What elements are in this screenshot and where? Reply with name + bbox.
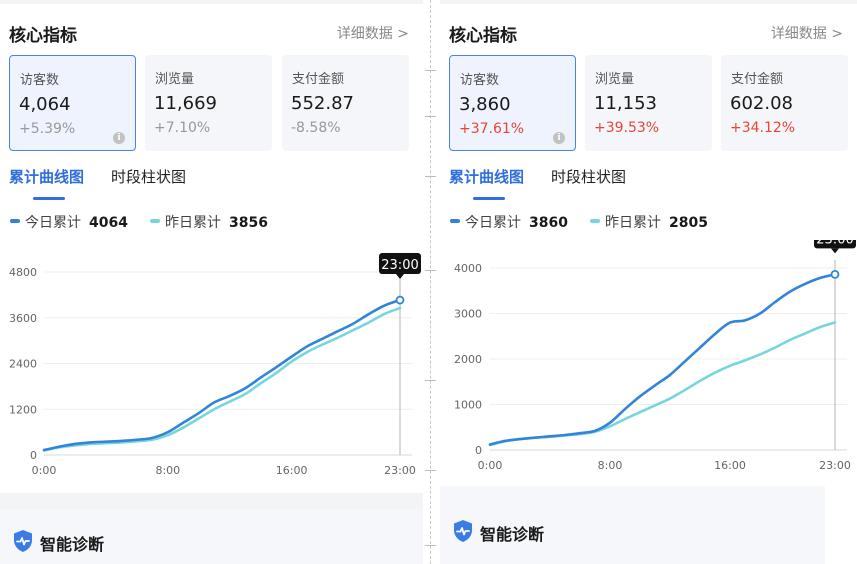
legend-item: 今日累计 3860 [450,212,568,232]
time-tooltip: 23:00 [814,240,856,254]
detail-data-link[interactable]: 详细数据 > [771,23,843,43]
panel-divider [423,0,440,564]
section-separator [0,493,423,509]
legend-item: 昨日累计 3856 [150,212,268,232]
info-icon[interactable]: i [553,132,565,144]
metrics-panel-left: 核心指标 详细数据 > 访客数 4,064 +5.39% i 浏览量 11,669 +7.10%… [0,0,423,564]
y-tick-label: 2400 [9,358,37,371]
legend-value: 4064 [89,215,128,231]
y-tick-label: 1000 [454,399,482,412]
metric-value: 11,153 [594,93,657,114]
metric-card[interactable]: 浏览量 11,669 +7.10% [145,55,272,151]
x-tick-label: 23:00 [819,459,851,472]
panel-title: 核心指标 [9,26,77,46]
legend-swatch [10,219,20,223]
tab-hourly-bar[interactable]: 时段柱状图 [111,166,186,187]
metric-change: +37.61% [459,121,525,137]
metric-value: 552.87 [291,93,354,114]
chart-tabs: 累计曲线图 时段柱状图 [9,166,409,206]
metric-change: +7.10% [154,120,211,136]
shield-pulse-icon [12,529,34,557]
metric-card[interactable]: 支付金额 602.08 +34.12% [721,55,848,151]
metric-change: -8.58% [291,120,341,136]
metric-label: 访客数 [460,73,500,88]
smart-diagnosis-section[interactable]: 智能诊断 [440,486,825,564]
y-tick-label: 3000 [454,308,482,321]
metric-change: +5.39% [19,121,76,137]
legend-swatch [450,219,460,223]
metric-card[interactable]: 支付金额 552.87 -8.58% [282,55,409,151]
metric-label: 支付金额 [731,72,784,87]
legend-value: 3856 [229,215,268,231]
legend-value: 2805 [669,215,708,231]
y-tick-label: 1200 [9,403,37,416]
panel-header: 核心指标 详细数据 > [440,4,857,52]
legend-label: 今日累计 [465,215,521,231]
yesterday-series-line [488,321,837,447]
metric-value: 11,669 [154,93,217,114]
diagnosis-title: 智能诊断 [40,535,105,554]
metrics-panel-right: 核心指标 详细数据 > 访客数 3,860 +37.61% i 浏览量 11,153 +39.5… [440,0,857,564]
x-tick-label: 16:00 [714,459,746,472]
metric-card[interactable]: 访客数 4,064 +5.39% i [9,55,136,151]
cumulative-line-chart: 0 1200 2400 3600 4800 0:00 8:00 16:00 23:00 23:00 [9,253,421,477]
chart-tabs: 累计曲线图 时段柱状图 [449,166,849,206]
x-tick-label: 0:00 [478,459,503,472]
today-endpoint-marker [830,269,840,279]
legend-item: 今日累计 4064 [10,212,128,232]
diagnosis-title: 智能诊断 [480,525,545,544]
legend-swatch [150,219,160,223]
metric-label: 支付金额 [292,72,345,87]
y-tick-label: 3600 [9,312,37,325]
smart-diagnosis-section[interactable]: 智能诊断 [0,509,423,564]
x-tick-label: 8:00 [598,459,623,472]
today-endpoint-marker [395,295,405,305]
y-tick-label: 0 [475,444,482,457]
panel-title: 核心指标 [449,26,517,46]
x-tick-label: 16:00 [276,464,308,477]
x-tick-label: 0:00 [32,464,57,477]
tab-hourly-bar[interactable]: 时段柱状图 [551,166,626,187]
y-tick-label: 2000 [454,353,482,366]
metric-label: 访客数 [20,73,60,88]
legend-swatch [590,219,600,223]
tooltip-text: 23:00 [381,258,418,273]
legend-label: 昨日累计 [165,215,221,231]
metric-label: 浏览量 [595,72,635,87]
x-tick-label: 23:00 [384,464,416,477]
metric-card[interactable]: 浏览量 11,153 +39.53% [585,55,712,151]
tab-cumulative-curve[interactable]: 累计曲线图 [449,166,524,187]
active-tab-indicator [33,197,65,200]
panel-header: 核心指标 详细数据 > [0,4,423,52]
active-tab-indicator [473,197,505,200]
legend-value: 3860 [529,215,568,231]
metric-label: 浏览量 [155,72,195,87]
metric-value: 602.08 [730,93,793,114]
today-series-line [42,298,402,452]
tab-cumulative-curve[interactable]: 累计曲线图 [9,166,84,187]
x-tick-label: 8:00 [155,464,180,477]
y-tick-label: 0 [30,449,37,462]
info-icon[interactable]: i [113,132,125,144]
metric-change: +39.53% [594,120,660,136]
y-tick-label: 4800 [9,266,37,279]
legend-label: 今日累计 [25,215,81,231]
yesterday-series-line [42,306,402,452]
time-tooltip: 23:00 [379,253,421,280]
metric-value: 3,860 [459,94,511,115]
metric-value: 4,064 [19,94,71,115]
cumulative-line-chart: 0 1000 2000 3000 4000 0:00 8:00 16:00 23:00 23:00 [454,240,856,472]
tooltip-text: 23:00 [816,240,853,247]
metric-card[interactable]: 访客数 3,860 +37.61% i [449,55,576,151]
y-tick-label: 4000 [454,262,482,275]
metric-change: +34.12% [730,120,796,136]
detail-data-link[interactable]: 详细数据 > [337,23,409,43]
legend-item: 昨日累计 2805 [590,212,708,232]
legend-label: 昨日累计 [605,215,661,231]
shield-pulse-icon [452,519,474,547]
